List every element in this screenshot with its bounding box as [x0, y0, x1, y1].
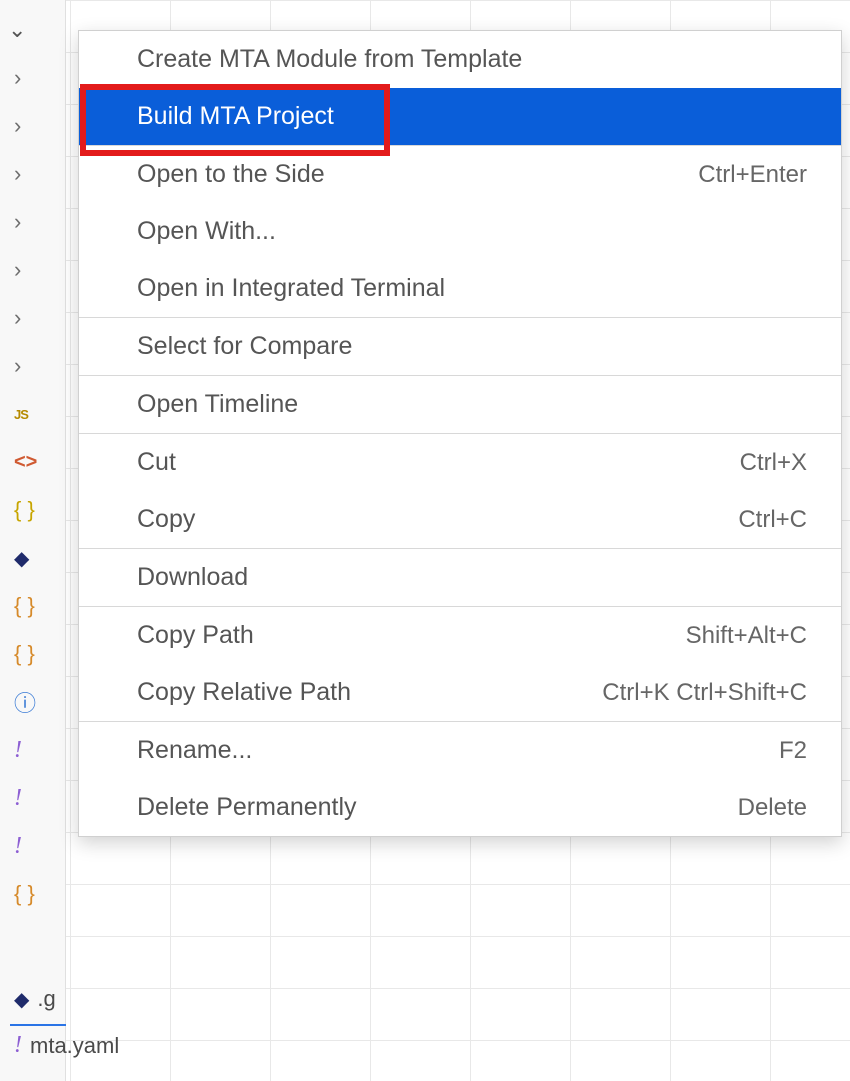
menu-shortcut: Ctrl+K Ctrl+Shift+C — [602, 679, 807, 707]
menu-open-to-side[interactable]: Open to the Side Ctrl+Enter — [79, 146, 841, 203]
menu-rename[interactable]: Rename... F2 — [79, 722, 841, 779]
active-file-indicator — [10, 1024, 66, 1026]
menu-delete-permanently[interactable]: Delete Permanently Delete — [79, 779, 841, 836]
chevron-right-icon[interactable]: › — [0, 54, 65, 102]
menu-label: Open to the Side — [137, 160, 325, 189]
menu-label: Copy Relative Path — [137, 678, 351, 707]
chevron-right-icon[interactable]: › — [0, 102, 65, 150]
menu-label: Download — [137, 563, 248, 592]
menu-label: Delete Permanently — [137, 793, 357, 822]
menu-copy-path[interactable]: Copy Path Shift+Alt+C — [79, 607, 841, 664]
chevron-right-icon[interactable]: › — [0, 198, 65, 246]
menu-shortcut: Ctrl+X — [740, 449, 807, 477]
menu-label: Copy — [137, 505, 195, 534]
menu-open-terminal[interactable]: Open in Integrated Terminal — [79, 260, 841, 317]
menu-copy[interactable]: Copy Ctrl+C — [79, 491, 841, 548]
menu-build-mta-project[interactable]: Build MTA Project — [79, 88, 841, 145]
info-icon: ⓘ — [0, 678, 65, 726]
menu-shortcut: Delete — [738, 794, 807, 822]
xml-file-icon: <> — [0, 438, 65, 486]
yaml-file-icon: ! — [0, 774, 65, 822]
menu-create-mta-module[interactable]: Create MTA Module from Template — [79, 31, 841, 88]
json-file-icon: { } — [0, 582, 65, 630]
yaml-file-icon: ! — [14, 1032, 22, 1059]
menu-label: Open Timeline — [137, 390, 298, 419]
menu-label: Open in Integrated Terminal — [137, 274, 445, 303]
yaml-file-icon: ! — [0, 822, 65, 870]
menu-label: Open With... — [137, 217, 276, 246]
chevron-right-icon[interactable]: › — [0, 150, 65, 198]
file-item-mta-yaml[interactable]: ! mta.yaml — [14, 1032, 119, 1059]
diamond-icon: ◆ — [0, 534, 65, 582]
explorer-gutter: ⌄ › › › › › › › JS <> { } ◆ { } { } ⓘ ! … — [0, 0, 66, 1081]
menu-shortcut: Ctrl+Enter — [698, 161, 807, 189]
file-item-gitignore[interactable]: ◆ .g — [14, 986, 56, 1012]
menu-label: Create MTA Module from Template — [137, 45, 522, 74]
yaml-file-icon: ! — [0, 726, 65, 774]
chevron-right-icon[interactable]: › — [0, 294, 65, 342]
menu-copy-relative-path[interactable]: Copy Relative Path Ctrl+K Ctrl+Shift+C — [79, 664, 841, 721]
menu-download[interactable]: Download — [79, 549, 841, 606]
menu-cut[interactable]: Cut Ctrl+X — [79, 434, 841, 491]
menu-shortcut: F2 — [779, 737, 807, 765]
json-file-icon: { } — [0, 630, 65, 678]
menu-label: Rename... — [137, 736, 252, 765]
menu-shortcut: Shift+Alt+C — [686, 622, 807, 650]
chevron-down-icon[interactable]: ⌄ — [0, 6, 65, 54]
menu-open-timeline[interactable]: Open Timeline — [79, 376, 841, 433]
file-label: .g — [37, 986, 55, 1012]
menu-select-for-compare[interactable]: Select for Compare — [79, 318, 841, 375]
json-file-icon: { } — [0, 486, 65, 534]
menu-label: Cut — [137, 448, 176, 477]
diamond-icon: ◆ — [14, 987, 29, 1012]
menu-shortcut: Ctrl+C — [738, 506, 807, 534]
menu-label: Build MTA Project — [137, 102, 334, 131]
menu-label: Select for Compare — [137, 332, 352, 361]
context-menu: Create MTA Module from Template Build MT… — [78, 30, 842, 837]
file-label: mta.yaml — [30, 1033, 119, 1059]
json-file-icon: { } — [0, 870, 65, 918]
js-file-icon: JS — [0, 390, 65, 438]
menu-open-with[interactable]: Open With... — [79, 203, 841, 260]
menu-label: Copy Path — [137, 621, 254, 650]
chevron-right-icon[interactable]: › — [0, 342, 65, 390]
chevron-right-icon[interactable]: › — [0, 246, 65, 294]
